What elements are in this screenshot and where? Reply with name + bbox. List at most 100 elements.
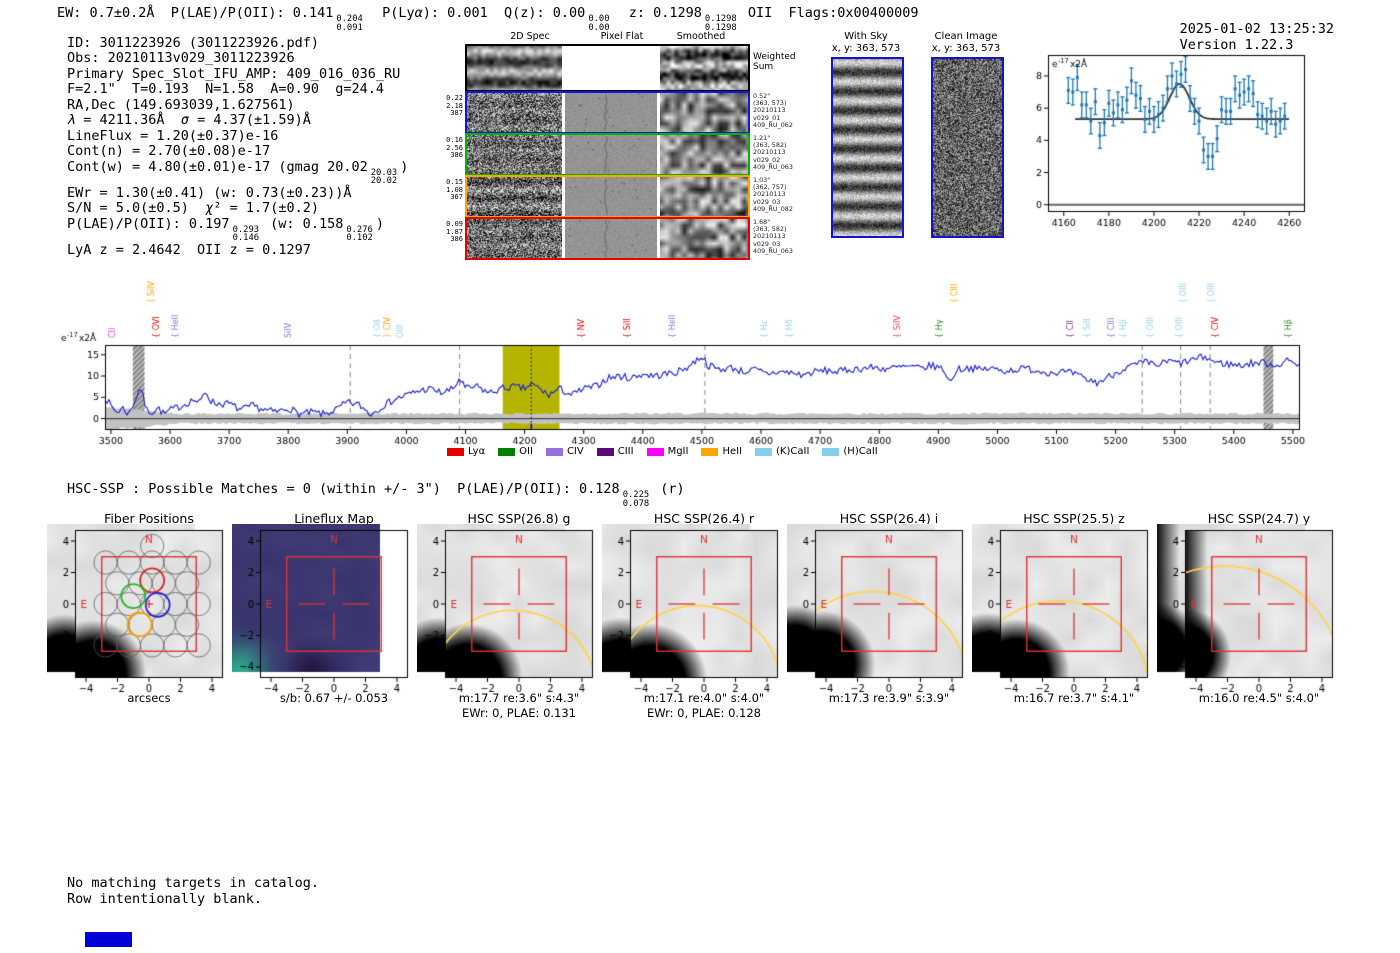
- text-segment: Cont(w) = 4.80(±0.01)e-17 (gmag 20.02: [67, 159, 368, 175]
- pixel-flat-image: [565, 177, 657, 216]
- text-segment: α: [415, 5, 423, 21]
- spec2d-image: [467, 135, 562, 174]
- legend-label: CIV: [567, 446, 584, 457]
- text-segment: ID: 3011223926 (3011223926.pdf): [67, 35, 319, 51]
- text-segment: P(Ly: [366, 5, 415, 21]
- hsc-g-cutout-canvas: [417, 524, 599, 696]
- info-line: F=2.1" T=0.193 N=1.58 A=0.90 g=24.4: [67, 82, 408, 97]
- hsc-g-caption-1: m:17.7 re:3.6" s:4.3": [459, 691, 579, 705]
- legend-swatch: [597, 448, 614, 456]
- legend-item: CIII: [597, 446, 634, 457]
- stacked-uncertainty: 20.0320.02: [371, 169, 397, 186]
- spec2d-row: [465, 175, 750, 218]
- spec2d-header-smoothed: Smoothed: [677, 31, 726, 42]
- spec2d-row-right-labels: 1.21"(363, 582)20210113v029_02409_RU_063: [753, 135, 801, 171]
- spec2d-row-right-labels: 1.68"(363, 582)20210113v029_03409_RU_063: [753, 219, 801, 255]
- hsc-y-cutout-canvas: [1157, 524, 1339, 696]
- pixel-flat-image: [565, 93, 657, 132]
- spec2d-header-2dspec: 2D Spec: [510, 31, 550, 42]
- header-stats: EW: 0.7±0.2Å P(LAE)/P(OII): 0.1410.2040.…: [57, 5, 919, 32]
- hsc-i-caption: m:17.3 re:3.9" s:3.9": [829, 691, 949, 705]
- fiber-xlabel: arcsecs: [127, 691, 170, 705]
- info-line: Primary Spec_Slot_IFU_AMP: 409_016_036_R…: [67, 67, 408, 82]
- text-segment: σ: [181, 112, 189, 128]
- legend-swatch: [498, 448, 515, 456]
- info-line: RA,Dec (149.693039,1.627561): [67, 98, 408, 113]
- elixer-report-page: EW: 0.7±0.2Å P(LAE)/P(OII): 0.1410.2040.…: [0, 0, 1400, 953]
- spec2d-row: [465, 91, 750, 134]
- report-datetime: 2025-01-02 13:25:32: [1180, 21, 1334, 37]
- text-segment: OII Flags:0x00400009: [740, 5, 919, 21]
- legend-label: MgII: [668, 446, 689, 457]
- smoothed-image: [660, 46, 748, 90]
- legend-item: (K)CaII: [755, 446, 809, 457]
- smoothed-image: [660, 177, 748, 216]
- spec2d-row: [465, 44, 750, 92]
- info-line: λ = 4211.36Å σ = 4.37(±1.59)Å: [67, 113, 408, 128]
- legend-item: Lyα: [447, 446, 485, 457]
- spec2d-row-right-labels: 1.03"(362, 757)20210113v029_03409_RU_082: [753, 177, 801, 213]
- info-line: ID: 3011223926 (3011223926.pdf): [67, 36, 408, 51]
- hsc-r-caption-1: m:17.1 re:4.0" s:4.0": [644, 691, 764, 705]
- text-segment: ): [376, 216, 384, 232]
- lineflux-map-canvas: [232, 524, 414, 696]
- text-segment: = 4211.36Å: [75, 112, 181, 128]
- info-line: Cont(w) = 4.80(±0.01)e-17 (gmag 20.0220.…: [67, 160, 408, 186]
- legend-item: (H)CaII: [822, 446, 877, 457]
- hsc-z-caption: m:16.7 re:3.7" s:4.1": [1014, 691, 1134, 705]
- text-segment: S/N = 5.0(±0.5): [67, 200, 205, 216]
- info-line: P(LAE)/P(OII): 0.1970.2930.146 (w: 0.158…: [67, 217, 408, 243]
- spec2d-row-right-labels: 0.52"(363, 573)20210113v029_01409_RU_062: [753, 93, 801, 129]
- spec2d-row-left-labels: 0.151.08367: [437, 179, 463, 202]
- text-segment: ): [400, 159, 408, 175]
- pixel-flat-image: [565, 46, 657, 90]
- spec2d-row-left-labels: 0.162.56386: [437, 137, 463, 160]
- line-fit-plot-canvas: [1025, 42, 1315, 232]
- footer-note-1: No matching targets in catalog.: [67, 875, 319, 891]
- info-line: S/N = 5.0(±0.5) χ² = 1.7(±0.2): [67, 201, 408, 216]
- info-line: Obs: 20210113v029_3011223926: [67, 51, 408, 66]
- spec2d-image: [467, 219, 562, 258]
- spec2d-image: [467, 46, 562, 90]
- legend-item: MgII: [647, 446, 689, 457]
- legend-swatch: [755, 448, 772, 456]
- clean-image: [931, 57, 1004, 238]
- text-segment: LyA z = 2.4642 OII z = 0.1297: [67, 242, 311, 258]
- spec2d-row: [465, 133, 750, 176]
- text-segment: F=2.1" T=0.193 N=1.58 A=0.90 g=24.4: [67, 81, 384, 97]
- legend-label: HeII: [722, 446, 742, 457]
- stacked-uncertainty: 0.2250.078: [623, 491, 649, 508]
- hsc-r-caption-2: EWr: 0, PLAE: 0.128: [647, 706, 761, 720]
- info-line: LineFlux = 1.20(±0.37)e-16: [67, 129, 408, 144]
- spectrum-legend: Lyα OII CIV CIII MgII HeII (K)CaII (H)CaII: [447, 446, 878, 457]
- spec2d-row-left-labels: 0.091.87386: [437, 221, 463, 244]
- legend-label: OII: [519, 446, 533, 457]
- with-sky-title: With Skyx, y: 363, 573: [832, 31, 901, 54]
- stacked-uncertainty: 0.2760.102: [346, 226, 372, 243]
- stacked-uncertainty: 0.2040.091: [336, 15, 362, 32]
- legend-item: CIV: [546, 446, 584, 457]
- hsc-ssp-summary: HSC-SSP : Possible Matches = 0 (within +…: [67, 481, 685, 508]
- hsc-r-cutout-canvas: [602, 524, 784, 696]
- smoothed-image: [660, 93, 748, 132]
- stacked-uncertainty: 0.2930.146: [233, 226, 259, 243]
- pixel-flat-image: [565, 219, 657, 258]
- smoothed-image: [660, 219, 748, 258]
- text-segment: EWr = 1.30(±0.41) (w: 0.73(±0.23))Å: [67, 185, 351, 201]
- detection-info-block: ID: 3011223926 (3011223926.pdf)Obs: 2021…: [67, 36, 408, 258]
- text-segment: ² = 1.7(±0.2): [213, 200, 319, 216]
- legend-label: Lyα: [468, 446, 485, 457]
- legend-swatch: [822, 448, 839, 456]
- info-line: EWr = 1.30(±0.41) (w: 0.73(±0.23))Å: [67, 186, 408, 201]
- pixel-flat-image: [565, 135, 657, 174]
- info-line: Cont(n) = 2.70(±0.08)e-17: [67, 144, 408, 159]
- text-segment: HSC-SSP : Possible Matches = 0 (within +…: [67, 481, 620, 497]
- text-segment: EW: 0.7±0.2Å P(LAE)/P(OII): 0.141: [57, 5, 333, 21]
- lineflux-caption: s/b: 0.67 +/- 0.053: [280, 691, 388, 705]
- spec2d-header-pixelflat: Pixel Flat: [601, 31, 644, 42]
- legend-item: HeII: [701, 446, 742, 457]
- text-segment: RA,Dec (149.693039,1.627561): [67, 97, 295, 113]
- info-line: LyA z = 2.4642 OII z = 0.1297: [67, 243, 408, 258]
- legend-item: OII: [498, 446, 533, 457]
- text-segment: λ: [67, 112, 75, 128]
